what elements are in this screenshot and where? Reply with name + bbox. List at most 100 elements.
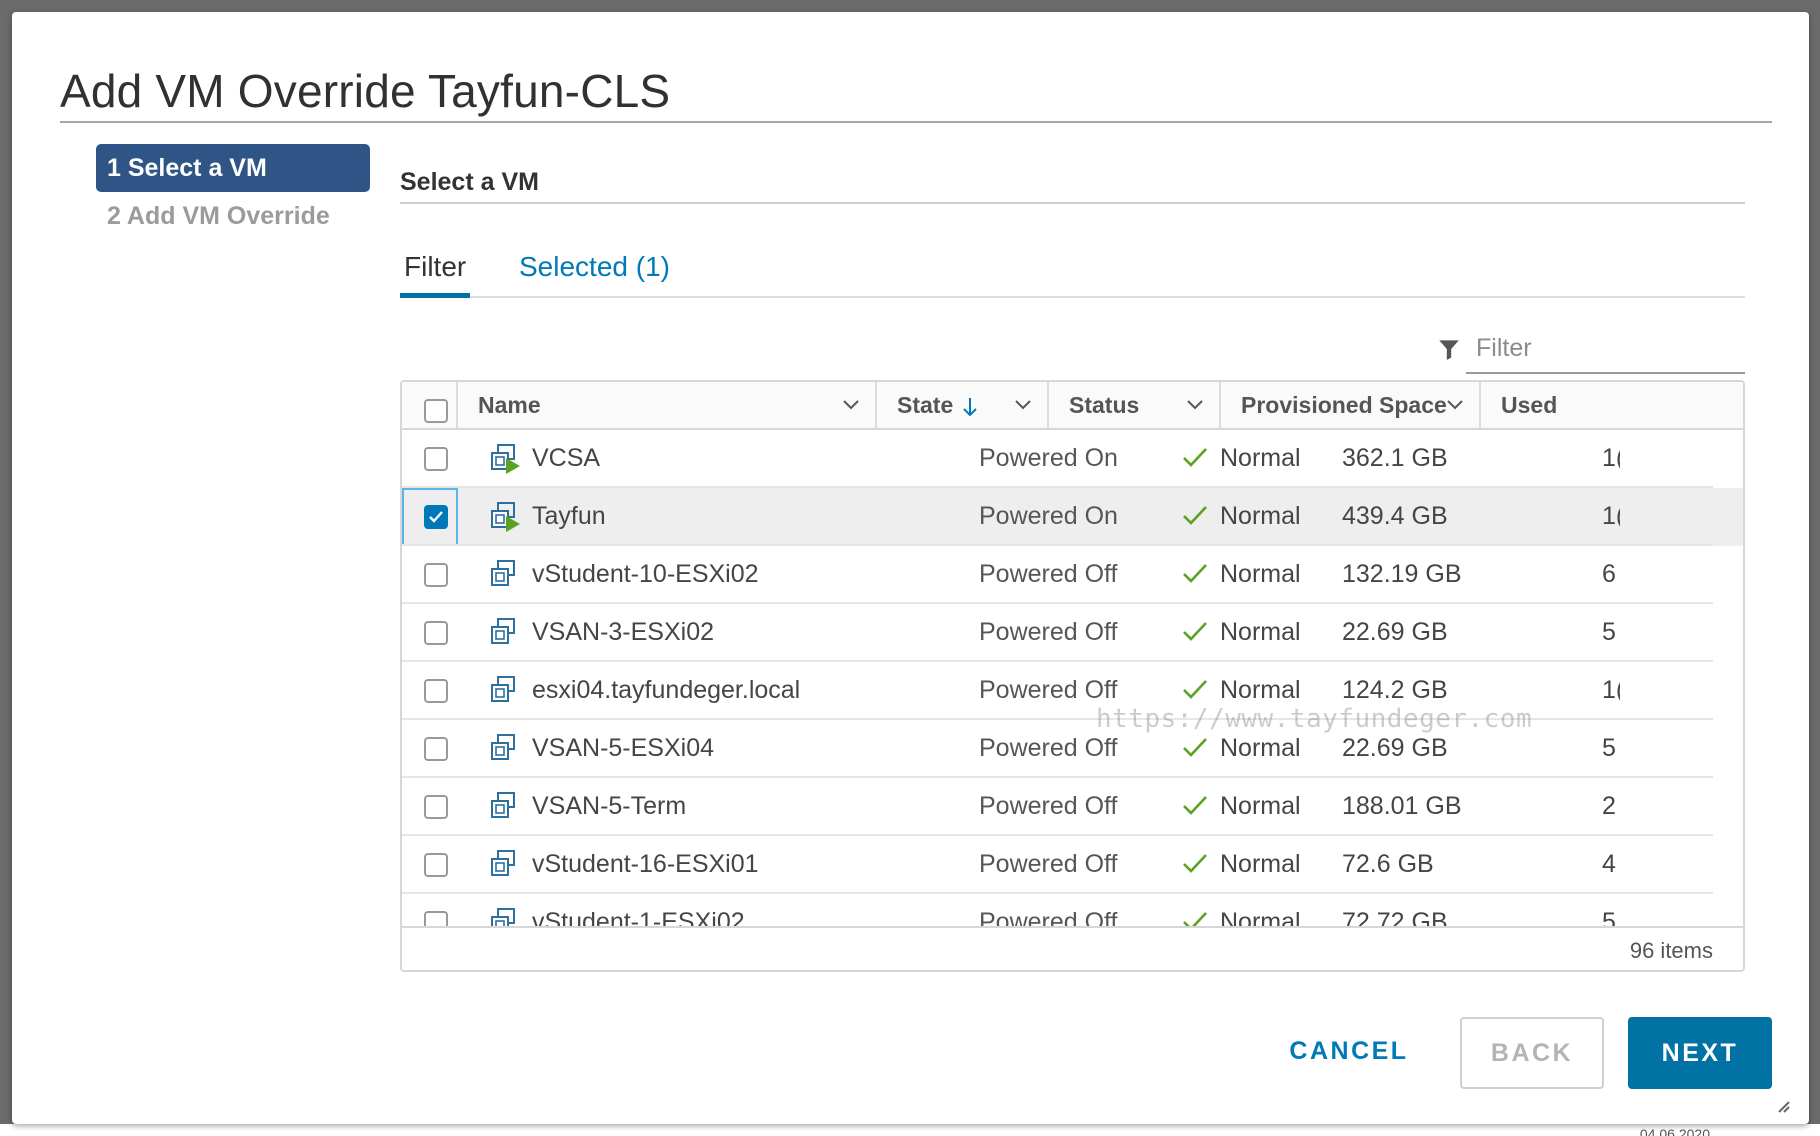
tab-selected[interactable]: Selected (1) [515,242,674,298]
vm-name: vStudent-1-ESXi02 [532,908,745,930]
vm-state: Powered Off [979,792,1118,820]
vm-used-space: 5 [1602,734,1616,762]
vm-name: VSAN-5-ESXi04 [532,734,715,762]
column-header-used[interactable]: Used [1481,382,1743,428]
watermark-text: https://www.tayfundeger.com [1096,704,1533,734]
vm-provisioned-space: 132.19 GB [1342,560,1462,588]
check-status-icon [1183,622,1207,641]
chevron-down-icon[interactable] [841,394,861,414]
vm-status: Normal [1220,502,1301,530]
check-status-icon [1183,680,1207,699]
vm-icon [491,850,515,876]
vm-state: Powered Off [979,908,1118,930]
table-row[interactable]: Tayfun Powered On Normal 439.4 GB 1( [402,488,1743,546]
vm-status: Normal [1220,792,1301,820]
vm-icon [491,618,515,644]
row-checkbox[interactable] [424,679,448,703]
vm-name: esxi04.tayfundeger.local [532,676,801,704]
chevron-down-icon[interactable] [1185,394,1205,414]
row-checkbox[interactable] [424,447,448,471]
vm-icon [491,734,515,760]
resize-grip-icon[interactable] [1773,1096,1791,1114]
vm-state: Powered Off [979,850,1118,878]
table-row[interactable]: vStudent-10-ESXi02 Powered Off Normal 132.1… [402,546,1743,604]
vm-state: Powered On [979,502,1118,530]
vm-icon [491,792,515,818]
vm-used-space: 1( [1602,676,1620,704]
table-row[interactable]: vStudent-16-ESXi01 Powered Off Normal 72.6 … [402,836,1743,894]
tab-filter[interactable]: Filter [400,242,471,298]
vm-icon [491,676,515,702]
grid-header: Name State Status Provisioned Space Used [402,382,1743,430]
vm-state: Powered Off [979,618,1118,646]
background-page-strip [0,1124,1820,1136]
step-select-vm[interactable]: 1 Select a VM [96,144,370,192]
cancel-button[interactable]: CANCEL [1274,1017,1424,1089]
row-checkbox[interactable] [424,795,448,819]
check-status-icon [1183,506,1207,525]
table-row[interactable]: VSAN-5-ESXi04 Powered Off Normal 22.69 GB 5 [402,720,1743,778]
table-row[interactable]: vStudent-1-ESXi02 Powered Off Normal 72.72 … [402,894,1743,930]
vm-name: VCSA [532,444,601,472]
chevron-down-icon[interactable] [1445,394,1465,414]
title-divider [60,121,1772,123]
column-header-provisioned-space[interactable]: Provisioned Space [1221,382,1481,428]
column-header-name[interactable]: Name [458,382,877,428]
row-checkbox[interactable] [424,737,448,761]
grid-footer: 96 items [402,926,1743,970]
vm-powered-on-icon [491,502,520,532]
select-all-checkbox[interactable] [424,399,448,423]
vm-used-space: 5 [1602,618,1616,646]
vm-provisioned-space: 362.1 GB [1342,444,1448,472]
dialog-title: Add VM Override Tayfun-CLS [60,65,671,117]
vm-used-space: 1( [1602,502,1620,530]
chevron-down-icon[interactable] [1013,394,1033,414]
next-button[interactable]: NEXT [1628,1017,1772,1089]
row-checkbox[interactable] [424,621,448,645]
vm-provisioned-space: 188.01 GB [1342,792,1462,820]
table-row[interactable]: VSAN-5-Term Powered Off Normal 188.01 GB 2 [402,778,1743,836]
column-label-status: Status [1069,392,1140,418]
vm-used-space: 2 [1602,792,1616,820]
vm-icon [491,560,515,586]
sort-descending-icon[interactable] [961,395,979,419]
table-row[interactable]: esxi04.tayfundeger.local Powered Off Norma… [402,662,1743,720]
add-vm-override-dialog: Add VM Override Tayfun-CLS 1 Select a VM… [12,12,1809,1124]
check-status-icon [1183,854,1207,873]
vm-status: Normal [1220,560,1301,588]
section-title: Select a VM [400,152,1745,204]
step-add-vm-override: 2 Add VM Override [107,202,330,230]
vm-provisioned-space: 439.4 GB [1342,502,1448,530]
background-date: 04.06.2020 [1639,1126,1710,1136]
row-checkbox[interactable] [424,505,448,529]
filter-input[interactable] [1476,330,1736,366]
column-header-state[interactable]: State [877,382,1049,428]
funnel-icon [1439,340,1459,360]
vm-used-space: 6 [1602,560,1616,588]
check-status-icon [1183,448,1207,467]
vm-powered-on-icon [491,444,520,474]
vm-name: VSAN-5-Term [532,792,687,820]
check-status-icon [1183,796,1207,815]
vm-used-space: 1( [1602,444,1620,472]
table-row[interactable]: VCSA Powered On Normal 362.1 GB 1( [402,430,1743,488]
column-label-provisioned-space: Provisioned Space [1241,392,1447,418]
back-button[interactable]: BACK [1460,1017,1604,1089]
column-header-status[interactable]: Status [1049,382,1221,428]
vm-state: Powered Off [979,560,1118,588]
vm-used-space: 5 [1602,908,1616,930]
column-label-name: Name [478,392,541,418]
vm-provisioned-space: 72.72 GB [1342,908,1448,930]
column-label-used: Used [1501,392,1558,418]
row-checkbox[interactable] [424,563,448,587]
vm-used-space: 4 [1602,850,1616,878]
vm-datagrid: Name State Status Provisioned Space Used [400,380,1745,972]
vm-status: Normal [1220,618,1301,646]
checkmark-icon [429,511,443,523]
check-status-icon [1183,564,1207,583]
row-checkbox[interactable] [424,853,448,877]
items-count: 96 items [1629,938,1713,963]
check-status-icon [1183,738,1207,757]
table-row[interactable]: VSAN-3-ESXi02 Powered Off Normal 22.69 GB 5 [402,604,1743,662]
header-select-all-cell [402,382,458,428]
